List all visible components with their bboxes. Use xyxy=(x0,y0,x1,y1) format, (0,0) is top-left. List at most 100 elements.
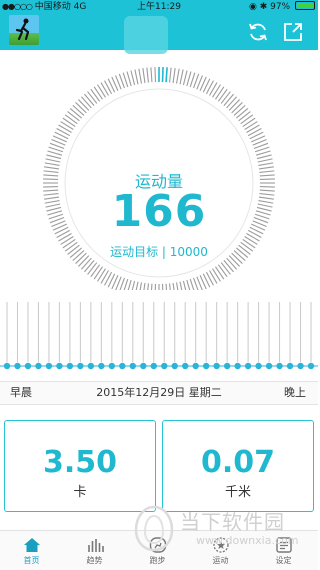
gauge-tick xyxy=(45,158,61,163)
timeline-dot xyxy=(14,362,21,370)
gauge-tick xyxy=(228,99,240,111)
gauge-tick xyxy=(75,102,87,114)
step-count: 166 xyxy=(111,186,207,237)
gauge-tick xyxy=(142,282,146,298)
gauge-tick xyxy=(58,124,72,133)
gauge-tick xyxy=(189,72,196,88)
sync-button[interactable] xyxy=(246,20,270,44)
gauge-tick xyxy=(179,281,184,297)
app-header xyxy=(0,14,318,54)
gauge-tick xyxy=(150,283,153,299)
distance-unit: 千米 xyxy=(224,485,251,500)
gauge-tick xyxy=(223,93,234,106)
timeline-dot xyxy=(140,362,147,370)
gauge-tick xyxy=(46,154,62,160)
gauge-tick xyxy=(64,114,78,125)
date-label[interactable]: 2015年12月29日 星期二 xyxy=(0,382,318,404)
gauge-tick xyxy=(67,111,80,122)
gauge-tick xyxy=(244,121,258,130)
gauge-tick xyxy=(209,270,218,284)
gauge-tick xyxy=(255,150,271,156)
timeline-dot xyxy=(24,362,32,370)
avatar[interactable] xyxy=(9,15,39,45)
gauge-tick xyxy=(142,68,146,84)
calories-card: 3.50 卡 xyxy=(4,420,156,512)
gauge-tick xyxy=(87,262,98,275)
gauge-tick xyxy=(146,67,149,83)
gauge-tick xyxy=(130,280,136,296)
gauge-tick xyxy=(90,264,101,278)
timeline-dot xyxy=(265,362,273,370)
timeline-dot xyxy=(286,362,294,370)
hourly-timeline[interactable] xyxy=(0,296,318,376)
refresh-icon xyxy=(249,23,267,41)
gauge-tick xyxy=(231,102,243,114)
watermark-url: www.downxia.com xyxy=(196,534,299,547)
bluetooth-icon: ✱ xyxy=(259,2,268,12)
app-logo xyxy=(124,16,168,54)
gauge-tick xyxy=(48,146,64,153)
gauge-tick xyxy=(215,86,225,100)
gauge-tick xyxy=(122,72,129,88)
gauge-tick xyxy=(72,104,85,116)
gauge-tick xyxy=(154,283,157,299)
gauge-tick xyxy=(258,162,274,167)
gauge-tick xyxy=(97,84,106,98)
timeline-dot xyxy=(66,362,74,370)
distance-card: 0.07 千米 xyxy=(162,420,314,512)
gauge-tick xyxy=(212,268,221,282)
gauge-tick xyxy=(146,283,149,299)
nav-label: 跑步 xyxy=(149,556,166,565)
timeline-dot xyxy=(161,362,168,370)
battery-icon xyxy=(295,1,315,10)
gauge-tick xyxy=(100,270,109,284)
gauge-tick xyxy=(186,279,192,295)
gauge-tick xyxy=(179,69,184,85)
calories-unit: 卡 xyxy=(73,485,87,500)
timeline-dot xyxy=(255,362,262,370)
gauge-tick xyxy=(78,99,90,111)
timeline-dot xyxy=(234,362,241,370)
gauge-tick-filled xyxy=(165,67,168,83)
gauge-tick xyxy=(186,71,192,87)
battery-percent: 97% xyxy=(270,2,291,12)
watermark-text: 当下软件园 xyxy=(180,510,285,534)
timeline-dot xyxy=(108,362,116,370)
share-button[interactable] xyxy=(281,20,305,44)
gauge-tick xyxy=(90,88,101,102)
gauge-tick xyxy=(238,111,251,122)
gauge-tick xyxy=(236,108,249,119)
gauge-tick xyxy=(226,96,238,109)
nav-item-home[interactable]: 首页 xyxy=(0,531,63,570)
calories-value: 3.50 xyxy=(42,445,118,480)
gauge-tick xyxy=(138,282,143,298)
nav-item-trend[interactable]: 趋势 xyxy=(63,531,126,570)
gauge-tick xyxy=(161,283,164,299)
gauge-tick xyxy=(93,86,103,100)
watermark-logo xyxy=(134,505,174,552)
timeline-dot xyxy=(150,362,157,370)
gauge-tick xyxy=(257,158,273,163)
gauge-tick xyxy=(134,69,139,85)
gauge-tick xyxy=(126,71,132,87)
gauge-tick xyxy=(175,282,180,298)
gauge-tick xyxy=(97,268,106,282)
gauge-tick xyxy=(60,121,74,130)
gauge-tick xyxy=(172,68,176,84)
timeline-dot xyxy=(119,362,126,370)
gauge-tick xyxy=(44,162,60,167)
gauge-tick xyxy=(150,67,153,83)
gauge-tick xyxy=(169,283,172,299)
gauge-tick xyxy=(134,281,139,297)
timeline-dot xyxy=(213,362,220,370)
timeline-footer: 早晨 2015年12月29日 星期二 晚上 xyxy=(0,381,318,405)
gauge-tick xyxy=(215,266,225,280)
home-icon xyxy=(23,538,40,552)
gauge-tick xyxy=(80,96,92,109)
activity-gauge: 运动量 166 运动目标 | 10000 xyxy=(0,50,318,299)
goal-label: 运动目标 | 10000 xyxy=(110,245,208,259)
gauge-tick xyxy=(217,264,228,278)
timeline-dot xyxy=(35,362,42,370)
distance-value: 0.07 xyxy=(200,445,276,480)
nav-label: 设定 xyxy=(275,556,292,565)
